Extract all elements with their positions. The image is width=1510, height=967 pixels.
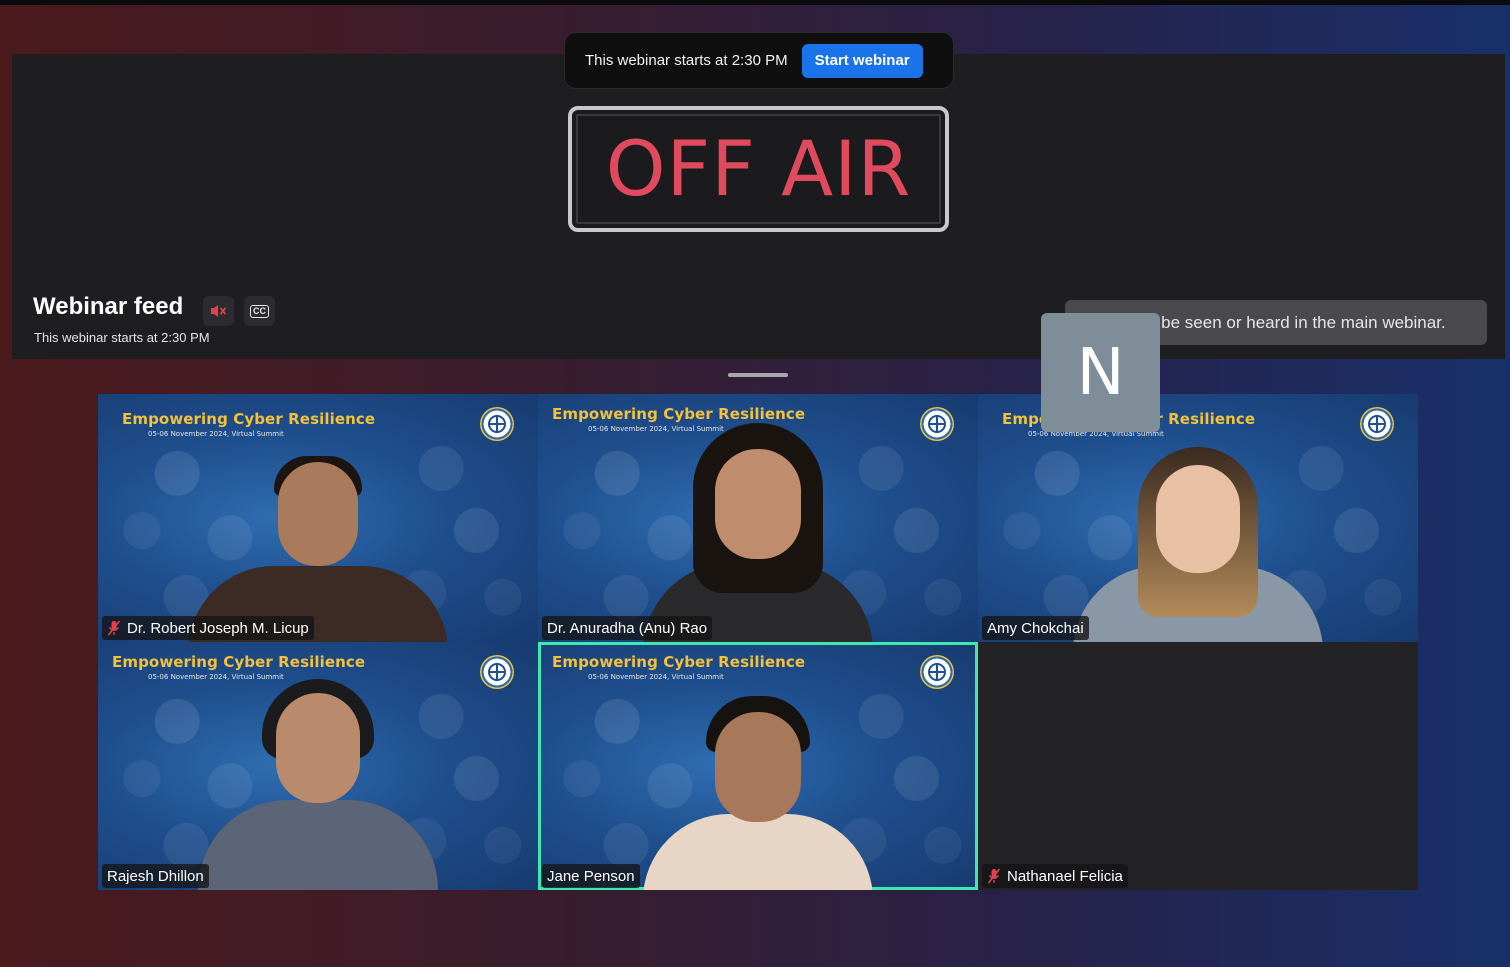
- banner-subtitle: 05-06 November 2024, Virtual Summit: [148, 673, 284, 681]
- participant-name: Dr. Anuradha (Anu) Rao: [547, 619, 708, 637]
- participant-video: [188, 456, 448, 642]
- banner-title: Empowering Cyber Resilience: [112, 653, 366, 671]
- feed-subtitle: This webinar starts at 2:30 PM: [34, 330, 210, 345]
- off-air-sign: OFF AIR: [568, 106, 949, 232]
- participant-tile[interactable]: Empowering Cyber Resilience 05-06 Novemb…: [538, 394, 978, 642]
- banner-subtitle: 05-06 November 2024, Virtual Summit: [588, 673, 724, 681]
- participant-name: Rajesh Dhillon: [107, 867, 204, 885]
- participant-name: Amy Chokchai: [987, 619, 1084, 637]
- webinar-feed-header: Webinar feed CC This webinar starts at 2…: [12, 285, 1505, 359]
- globe-logo-icon: [1360, 407, 1394, 441]
- window-top-edge: [0, 0, 1510, 5]
- participant-video: [198, 679, 438, 890]
- start-time-notice: This webinar starts at 2:30 PM: [585, 52, 788, 69]
- participant-tile[interactable]: Empowering Cyber Resilience 05-06 Novemb…: [98, 642, 538, 890]
- participant-video: [643, 696, 873, 890]
- participant-name-tag: Rajesh Dhillon: [102, 864, 209, 888]
- feed-title: Webinar feed: [33, 293, 184, 320]
- globe-logo-icon: [920, 655, 954, 689]
- participant-name-tag: Dr. Anuradha (Anu) Rao: [542, 616, 713, 640]
- participant-avatar: N: [1041, 313, 1160, 432]
- globe-logo-icon: [480, 407, 514, 441]
- banner-subtitle: 05-06 November 2024, Virtual Summit: [148, 430, 284, 438]
- mic-muted-icon: [107, 620, 121, 636]
- participant-name: Dr. Robert Joseph M. Licup: [127, 619, 309, 637]
- start-webinar-button[interactable]: Start webinar: [801, 43, 923, 78]
- banner-title: Empowering Cyber Resilience: [552, 653, 806, 671]
- closed-captions-button[interactable]: CC: [244, 296, 275, 326]
- speaker-muted-button[interactable]: [203, 296, 234, 326]
- speaker-muted-icon: [210, 305, 226, 317]
- participant-tile[interactable]: Empowering Cyber Resilience 05-06 Novemb…: [98, 394, 538, 642]
- closed-captions-icon: CC: [250, 304, 269, 318]
- participant-name: Jane Penson: [547, 867, 635, 885]
- globe-logo-icon: [480, 655, 514, 689]
- participant-grid: Empowering Cyber Resilience 05-06 Novemb…: [98, 394, 1418, 890]
- resize-drag-handle[interactable]: [728, 373, 788, 377]
- participant-video: [638, 423, 878, 642]
- off-air-text: OFF AIR: [605, 124, 912, 213]
- participant-tile-active-speaker[interactable]: Empowering Cyber Resilience 05-06 Novemb…: [538, 642, 978, 890]
- participant-name-tag: Jane Penson: [542, 864, 640, 888]
- banner-title: Empowering Cyber Resilience: [122, 410, 376, 428]
- participant-video: [1073, 447, 1323, 642]
- participant-name-tag: Nathanael Felicia: [982, 864, 1128, 888]
- participant-name-tag: Amy Chokchai: [982, 616, 1089, 640]
- webinar-start-notice: This webinar starts at 2:30 PM Start web…: [564, 32, 954, 89]
- participant-name-tag: Dr. Robert Joseph M. Licup: [102, 616, 314, 640]
- globe-logo-icon: [920, 407, 954, 441]
- participant-tile-video-off[interactable]: Nathanael Felicia: [978, 642, 1418, 890]
- participant-name: Nathanael Felicia: [1007, 867, 1123, 885]
- banner-title: Empowering Cyber Resilience: [552, 405, 806, 423]
- mic-muted-icon: [987, 868, 1001, 884]
